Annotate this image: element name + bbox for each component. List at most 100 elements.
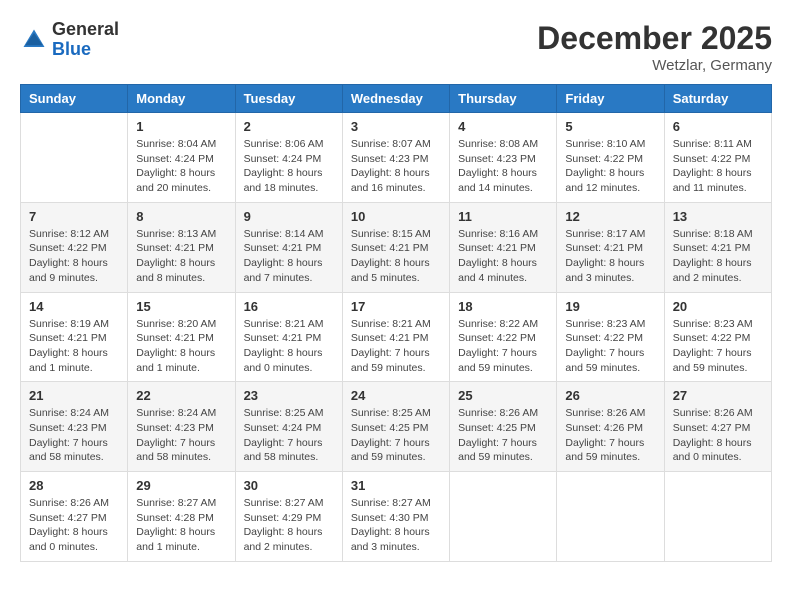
page-header: General Blue December 2025 Wetzlar, Germ…	[20, 20, 772, 74]
calendar-day-cell: 16Sunrise: 8:21 AM Sunset: 4:21 PM Dayli…	[235, 292, 342, 382]
calendar-week-row: 14 Sunrise: 8:19 AM Sunset: 4:21 PM Dayli…	[21, 292, 772, 382]
day-number: 30	[244, 478, 334, 493]
day-number: 12	[565, 209, 655, 224]
calendar-day-cell: 14 Sunrise: 8:19 AM Sunset: 4:21 PM Dayli…	[21, 292, 128, 382]
calendar-day-cell: 31 Sunrise: 8:27 AM Sunset: 4:30 PM Dayli…	[342, 472, 449, 562]
day-info: Sunrise: 8:10 AM Sunset: 4:22 PM Dayligh…	[565, 137, 655, 196]
calendar-table: SundayMondayTuesdayWednesdayThursdayFrid…	[20, 84, 772, 562]
calendar-week-row: 21 Sunrise: 8:24 AM Sunset: 4:23 PM Dayli…	[21, 382, 772, 472]
day-number: 1	[136, 119, 226, 134]
calendar-day-cell: 25 Sunrise: 8:26 AM Sunset: 4:25 PM Dayli…	[450, 382, 557, 472]
logo: General Blue	[20, 20, 119, 60]
day-number: 16	[244, 299, 334, 314]
day-info: Sunrise: 8:24 AM Sunset: 4:23 PM Dayligh…	[29, 406, 119, 465]
day-number: 20	[673, 299, 763, 314]
logo-general-text: General	[52, 19, 119, 39]
calendar-day-cell	[21, 113, 128, 203]
day-info: Sunrise: 8:27 AM Sunset: 4:29 PM Dayligh…	[244, 496, 334, 555]
calendar-day-cell: 4 Sunrise: 8:08 AM Sunset: 4:23 PM Daylig…	[450, 113, 557, 203]
calendar-day-cell: 28Sunrise: 8:26 AM Sunset: 4:27 PM Dayli…	[21, 472, 128, 562]
calendar-day-cell: 20 Sunrise: 8:23 AM Sunset: 4:22 PM Dayli…	[664, 292, 771, 382]
calendar-week-row: 1 Sunrise: 8:04 AM Sunset: 4:24 PM Daylig…	[21, 113, 772, 203]
calendar-day-cell: 24 Sunrise: 8:25 AM Sunset: 4:25 PM Dayli…	[342, 382, 449, 472]
calendar-day-cell: 15Sunrise: 8:20 AM Sunset: 4:21 PM Dayli…	[128, 292, 235, 382]
day-number: 22	[136, 388, 226, 403]
calendar-day-cell: 3Sunrise: 8:07 AM Sunset: 4:23 PM Daylig…	[342, 113, 449, 203]
calendar-day-cell: 21 Sunrise: 8:24 AM Sunset: 4:23 PM Dayli…	[21, 382, 128, 472]
day-info: Sunrise: 8:25 AM Sunset: 4:24 PM Dayligh…	[244, 406, 334, 465]
day-info: Sunrise: 8:16 AM Sunset: 4:21 PM Dayligh…	[458, 227, 548, 286]
location-text: Wetzlar, Germany	[537, 57, 772, 74]
calendar-day-cell	[450, 472, 557, 562]
weekday-header: Sunday	[21, 85, 128, 113]
calendar-day-cell: 10 Sunrise: 8:15 AM Sunset: 4:21 PM Dayli…	[342, 202, 449, 292]
weekday-header: Wednesday	[342, 85, 449, 113]
day-info: Sunrise: 8:25 AM Sunset: 4:25 PM Dayligh…	[351, 406, 441, 465]
day-info: Sunrise: 8:22 AM Sunset: 4:22 PM Dayligh…	[458, 317, 548, 376]
day-number: 28	[29, 478, 119, 493]
calendar-day-cell: 11 Sunrise: 8:16 AM Sunset: 4:21 PM Dayli…	[450, 202, 557, 292]
day-number: 27	[673, 388, 763, 403]
calendar-day-cell	[557, 472, 664, 562]
day-number: 11	[458, 209, 548, 224]
calendar-day-cell: 30 Sunrise: 8:27 AM Sunset: 4:29 PM Dayli…	[235, 472, 342, 562]
calendar-day-cell: 5 Sunrise: 8:10 AM Sunset: 4:22 PM Daylig…	[557, 113, 664, 203]
calendar-day-cell: 29Sunrise: 8:27 AM Sunset: 4:28 PM Dayli…	[128, 472, 235, 562]
day-number: 13	[673, 209, 763, 224]
month-title: December 2025	[537, 20, 772, 57]
calendar-week-row: 28Sunrise: 8:26 AM Sunset: 4:27 PM Dayli…	[21, 472, 772, 562]
weekday-header: Thursday	[450, 85, 557, 113]
day-info: Sunrise: 8:04 AM Sunset: 4:24 PM Dayligh…	[136, 137, 226, 196]
day-number: 7	[29, 209, 119, 224]
day-number: 24	[351, 388, 441, 403]
day-info: Sunrise: 8:27 AM Sunset: 4:30 PM Dayligh…	[351, 496, 441, 555]
day-number: 31	[351, 478, 441, 493]
day-info: Sunrise: 8:07 AM Sunset: 4:23 PM Dayligh…	[351, 137, 441, 196]
day-info: Sunrise: 8:18 AM Sunset: 4:21 PM Dayligh…	[673, 227, 763, 286]
calendar-day-cell: 7Sunrise: 8:12 AM Sunset: 4:22 PM Daylig…	[21, 202, 128, 292]
weekday-header: Friday	[557, 85, 664, 113]
day-number: 8	[136, 209, 226, 224]
day-number: 21	[29, 388, 119, 403]
day-number: 14	[29, 299, 119, 314]
day-number: 19	[565, 299, 655, 314]
day-info: Sunrise: 8:13 AM Sunset: 4:21 PM Dayligh…	[136, 227, 226, 286]
day-number: 4	[458, 119, 548, 134]
day-number: 25	[458, 388, 548, 403]
weekday-header: Tuesday	[235, 85, 342, 113]
day-info: Sunrise: 8:17 AM Sunset: 4:21 PM Dayligh…	[565, 227, 655, 286]
day-info: Sunrise: 8:15 AM Sunset: 4:21 PM Dayligh…	[351, 227, 441, 286]
day-info: Sunrise: 8:08 AM Sunset: 4:23 PM Dayligh…	[458, 137, 548, 196]
title-section: December 2025 Wetzlar, Germany	[537, 20, 772, 74]
calendar-day-cell: 22 Sunrise: 8:24 AM Sunset: 4:23 PM Dayli…	[128, 382, 235, 472]
day-info: Sunrise: 8:23 AM Sunset: 4:22 PM Dayligh…	[673, 317, 763, 376]
day-info: Sunrise: 8:26 AM Sunset: 4:26 PM Dayligh…	[565, 406, 655, 465]
logo-blue-text: Blue	[52, 39, 91, 59]
day-info: Sunrise: 8:19 AM Sunset: 4:21 PM Dayligh…	[29, 317, 119, 376]
day-number: 10	[351, 209, 441, 224]
day-info: Sunrise: 8:24 AM Sunset: 4:23 PM Dayligh…	[136, 406, 226, 465]
day-number: 5	[565, 119, 655, 134]
calendar-week-row: 7Sunrise: 8:12 AM Sunset: 4:22 PM Daylig…	[21, 202, 772, 292]
day-info: Sunrise: 8:26 AM Sunset: 4:25 PM Dayligh…	[458, 406, 548, 465]
day-info: Sunrise: 8:20 AM Sunset: 4:21 PM Dayligh…	[136, 317, 226, 376]
calendar-day-cell: 23Sunrise: 8:25 AM Sunset: 4:24 PM Dayli…	[235, 382, 342, 472]
day-info: Sunrise: 8:11 AM Sunset: 4:22 PM Dayligh…	[673, 137, 763, 196]
calendar-header-row: SundayMondayTuesdayWednesdayThursdayFrid…	[21, 85, 772, 113]
calendar-day-cell	[664, 472, 771, 562]
day-info: Sunrise: 8:27 AM Sunset: 4:28 PM Dayligh…	[136, 496, 226, 555]
calendar-day-cell: 26Sunrise: 8:26 AM Sunset: 4:26 PM Dayli…	[557, 382, 664, 472]
day-info: Sunrise: 8:21 AM Sunset: 4:21 PM Dayligh…	[351, 317, 441, 376]
weekday-header: Saturday	[664, 85, 771, 113]
calendar-day-cell: 1 Sunrise: 8:04 AM Sunset: 4:24 PM Daylig…	[128, 113, 235, 203]
calendar-day-cell: 27 Sunrise: 8:26 AM Sunset: 4:27 PM Dayli…	[664, 382, 771, 472]
weekday-header: Monday	[128, 85, 235, 113]
day-info: Sunrise: 8:26 AM Sunset: 4:27 PM Dayligh…	[673, 406, 763, 465]
calendar-day-cell: 18Sunrise: 8:22 AM Sunset: 4:22 PM Dayli…	[450, 292, 557, 382]
day-number: 9	[244, 209, 334, 224]
day-info: Sunrise: 8:23 AM Sunset: 4:22 PM Dayligh…	[565, 317, 655, 376]
day-info: Sunrise: 8:06 AM Sunset: 4:24 PM Dayligh…	[244, 137, 334, 196]
calendar-day-cell: 13 Sunrise: 8:18 AM Sunset: 4:21 PM Dayli…	[664, 202, 771, 292]
day-number: 6	[673, 119, 763, 134]
calendar-day-cell: 8 Sunrise: 8:13 AM Sunset: 4:21 PM Daylig…	[128, 202, 235, 292]
